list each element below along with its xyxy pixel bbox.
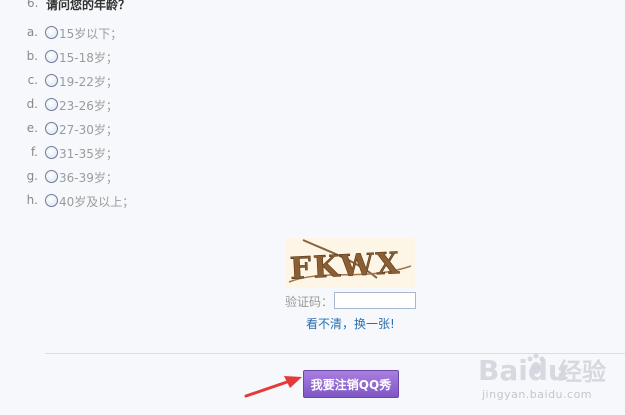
option-b[interactable]: b. 15-18岁； (0, 48, 300, 68)
option-letter: f. (30, 145, 38, 159)
question-number: 6. (27, 0, 39, 10)
option-label[interactable]: 31-35岁； (59, 145, 118, 162)
red-arrow-icon (244, 376, 302, 398)
option-e[interactable]: e. 27-30岁； (0, 120, 300, 140)
question-text: 请问您的年龄？ (46, 0, 131, 12)
radio-button[interactable] (45, 122, 58, 135)
refresh-captcha-link[interactable]: 看不清，换一张! (306, 315, 395, 332)
baidu-jingyan-logo: Baidu 经验 (478, 353, 606, 387)
option-letter: g. (26, 169, 38, 183)
option-letter: h. (26, 193, 38, 207)
baidu-watermark: Baidu 经验 (478, 346, 618, 392)
option-letter: d. (26, 97, 38, 111)
option-letter: b. (26, 49, 38, 63)
option-label[interactable]: 15-18岁； (59, 49, 118, 66)
option-letter: a. (26, 25, 38, 39)
option-a[interactable]: a. 15岁以下； (0, 24, 300, 44)
watermark-url: jingyan.baidu.com (482, 388, 593, 401)
captcha-label: 验证码： (285, 295, 334, 309)
option-label[interactable]: 36-39岁； (59, 169, 118, 186)
captcha-text: FKWX (289, 246, 402, 287)
option-c[interactable]: c. 19-22岁； (0, 72, 300, 92)
radio-button[interactable] (45, 194, 58, 207)
watermark-brand: Baidu (478, 354, 568, 387)
option-label[interactable]: 19-22岁； (59, 73, 118, 90)
option-d[interactable]: d. 23-26岁； (0, 96, 300, 116)
cancel-qq-show-button[interactable]: 我要注销QQ秀 (303, 370, 399, 398)
radio-button[interactable] (45, 50, 58, 63)
captcha-input[interactable] (334, 292, 416, 309)
captcha-image: FKWX (285, 238, 415, 288)
option-label[interactable]: 27-30岁； (59, 121, 118, 138)
option-g[interactable]: g. 36-39岁； (0, 168, 300, 188)
radio-button[interactable] (45, 146, 58, 159)
radio-button[interactable] (45, 74, 58, 87)
option-label[interactable]: 15岁以下； (59, 25, 122, 42)
option-letter: c. (27, 73, 38, 87)
radio-button[interactable] (45, 98, 58, 111)
radio-button[interactable] (45, 170, 58, 183)
option-label[interactable]: 23-26岁； (59, 97, 118, 114)
option-h[interactable]: h. 40岁及以上； (0, 192, 300, 212)
radio-button[interactable] (45, 26, 58, 39)
watermark-suffix: 经验 (558, 358, 606, 386)
captcha-glyphs: FKWX (285, 238, 415, 288)
option-f[interactable]: f. 31-35岁； (0, 144, 300, 164)
option-label[interactable]: 40岁及以上； (59, 193, 134, 210)
option-letter: e. (26, 121, 38, 135)
